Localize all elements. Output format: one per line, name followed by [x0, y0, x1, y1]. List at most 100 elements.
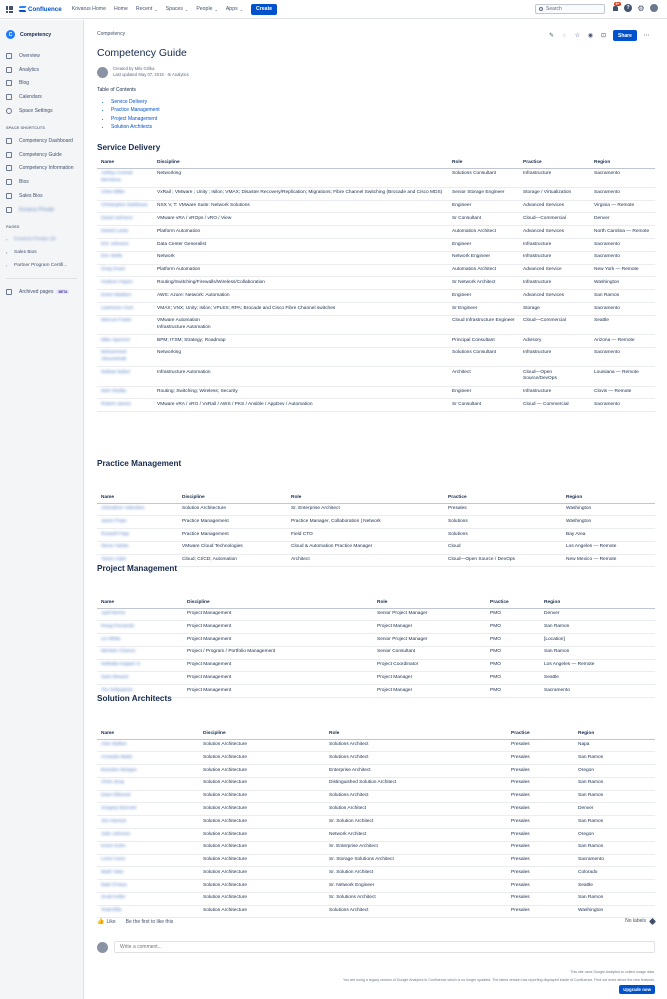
nav-spaces[interactable]: Spaces ⌄: [166, 6, 189, 12]
cell-name[interactable]: Russell Fripp: [97, 528, 178, 542]
person-link[interactable]: Christopher Matthews: [101, 203, 148, 208]
person-link[interactable]: Julie Johnson: [101, 832, 130, 837]
last-updated[interactable]: Last updated May 07, 2019: [113, 72, 164, 77]
user-avatar[interactable]: [650, 4, 658, 12]
space-header[interactable]: C Competency: [0, 30, 83, 39]
person-link[interactable]: Mohammed Abouzeinab: [101, 350, 126, 362]
person-link[interactable]: Scott Keller: [101, 895, 126, 900]
create-button[interactable]: Create: [251, 3, 278, 15]
gear-icon[interactable]: ⚙: [637, 4, 645, 13]
cell-name[interactable]: Nathalie Kappel Jr: [97, 659, 183, 673]
share-button[interactable]: Share: [613, 30, 637, 41]
sidebar-item-overview[interactable]: Overview: [0, 49, 83, 63]
chevron-right-icon[interactable]: ›: [6, 263, 10, 268]
person-link[interactable]: Russell Fripp: [101, 532, 129, 537]
person-link[interactable]: Mike Spencer: [101, 338, 130, 343]
person-link[interactable]: Hudson Hayes: [101, 280, 132, 285]
star-icon[interactable]: ☆: [574, 32, 581, 39]
person-link[interactable]: Chris Jeng: [101, 780, 124, 785]
person-link[interactable]: Greg Grant: [101, 267, 125, 272]
cell-name[interactable]: David Johnson: [97, 212, 153, 227]
person-link[interactable]: Gregory Bennett: [101, 806, 136, 811]
nav-home[interactable]: Home: [114, 6, 128, 12]
person-link[interactable]: Matt O'Hara: [101, 883, 127, 888]
author-avatar[interactable]: [97, 66, 108, 78]
person-link[interactable]: Tim Kirkpatrick: [101, 688, 133, 693]
toc-link-practice-management[interactable]: Practice Management: [111, 106, 160, 114]
breadcrumb[interactable]: Competency: [97, 31, 125, 37]
person-link[interactable]: Nathalie Kappel Jr: [101, 662, 140, 667]
sidebar-item-calendars[interactable]: Calendars: [0, 90, 83, 104]
cell-name[interactable]: Nick Shelby: [97, 386, 153, 400]
cell-name[interactable]: Lawrence Hunt: [97, 302, 153, 316]
cell-name[interactable]: Johnathon Valentine: [97, 503, 178, 517]
comment-input[interactable]: [114, 941, 655, 953]
cell-name[interactable]: Steve Harlan: [97, 541, 178, 555]
person-link[interactable]: Eric Johnson: [101, 242, 129, 247]
person-link[interactable]: April Morris: [101, 611, 125, 616]
cell-name[interactable]: Mark Vass: [97, 866, 199, 881]
sidebar-item-space-settings[interactable]: Space Settings: [0, 104, 83, 118]
cell-name[interactable]: Hudson Hayes: [97, 276, 153, 291]
person-link[interactable]: Amanda Watts: [101, 755, 132, 760]
person-link[interactable]: Ashley Conrad Mendoza: [101, 171, 132, 183]
cell-name[interactable]: Brandon Morgan: [97, 764, 199, 778]
nav-apps[interactable]: Apps ⌄: [226, 6, 243, 12]
person-link[interactable]: Robert James: [101, 402, 131, 407]
cell-name[interactable]: Christopher Matthews: [97, 200, 153, 214]
page-tree-item[interactable]: › Partner Program Certifi...: [0, 259, 83, 272]
cell-name[interactable]: Chris Miller: [97, 187, 153, 201]
cell-name[interactable]: Liz White: [97, 633, 183, 647]
cell-name[interactable]: Daniel Lewis: [97, 225, 153, 239]
analytics-link[interactable]: Analytics: [172, 72, 189, 77]
person-link[interactable]: Steve Harlan: [101, 544, 129, 549]
cell-name[interactable]: Alan Walton: [97, 739, 199, 753]
cell-name[interactable]: Greg Grant: [97, 264, 153, 278]
sidebar-item-archived-pages[interactable]: Archived pages BETA: [0, 285, 83, 299]
thumbs-up-icon[interactable]: 👍: [97, 918, 104, 925]
watch-icon[interactable]: ◉: [587, 32, 594, 39]
person-link[interactable]: Lawrence Hunt: [101, 306, 133, 311]
person-link[interactable]: Tyson Adair: [101, 557, 126, 562]
shortcut-competency-dashboard[interactable]: Competency Dashboard: [0, 134, 83, 148]
cell-name[interactable]: Jason Pope: [97, 515, 178, 530]
person-link[interactable]: Nathan Baker: [101, 370, 130, 375]
person-link[interactable]: Nick Shelby: [101, 389, 126, 394]
help-icon[interactable]: ?: [624, 4, 632, 12]
cell-name[interactable]: Scott Keller: [97, 892, 199, 906]
cell-name[interactable]: Loren Ivers: [97, 854, 199, 868]
person-link[interactable]: Loren Ivers: [101, 857, 125, 862]
person-link[interactable]: Liz White: [101, 637, 121, 642]
cell-name[interactable]: Todd Ellis: [97, 905, 199, 919]
person-link[interactable]: Mark Vass: [101, 870, 123, 875]
person-link[interactable]: Todd Ellis: [101, 908, 122, 913]
cell-name[interactable]: Robert James: [97, 398, 153, 413]
person-link[interactable]: Michele Chance: [101, 649, 135, 654]
cell-name[interactable]: Marcus Foster: [97, 315, 153, 336]
cell-name[interactable]: Matt O'Hara: [97, 879, 199, 893]
comment-icon[interactable]: ◌: [561, 32, 568, 39]
person-link[interactable]: Sara Weaver: [101, 675, 129, 680]
person-link[interactable]: Chris Miller: [101, 190, 125, 195]
cell-name[interactable]: Ashley Conrad Mendoza: [97, 168, 153, 188]
person-link[interactable]: David Johnson: [101, 216, 133, 221]
person-link[interactable]: Kevin Kohn: [101, 844, 126, 849]
cell-name[interactable]: Julie Johnson: [97, 828, 199, 842]
chevron-right-icon[interactable]: ›: [6, 237, 10, 242]
person-link[interactable]: Doug Fernando: [101, 624, 134, 629]
cell-name[interactable]: April Morris: [97, 608, 183, 622]
cell-name[interactable]: Dave Ellwood: [97, 790, 199, 804]
toc-link-service-delivery[interactable]: Service Delivery: [111, 98, 160, 106]
more-actions-icon[interactable]: ⋯: [643, 32, 650, 39]
like-button[interactable]: Like: [106, 919, 115, 925]
nav-recent[interactable]: Recent ⌄: [136, 6, 158, 12]
cell-name[interactable]: Mohammed Abouzeinab: [97, 347, 153, 368]
shortcut-sales-bios[interactable]: Sales Bios: [0, 189, 83, 203]
cell-name[interactable]: Nathan Baker: [97, 366, 153, 387]
cell-name[interactable]: Kevin Kohn: [97, 841, 199, 855]
person-link[interactable]: Marcus Foster: [101, 318, 132, 323]
tag-icon[interactable]: [648, 917, 657, 925]
shortcut-bios[interactable]: Bios: [0, 175, 83, 189]
page-tree-item[interactable]: › Kovarus Private Lib: [0, 233, 83, 246]
sidebar-item-analytics[interactable]: Analytics: [0, 63, 83, 77]
